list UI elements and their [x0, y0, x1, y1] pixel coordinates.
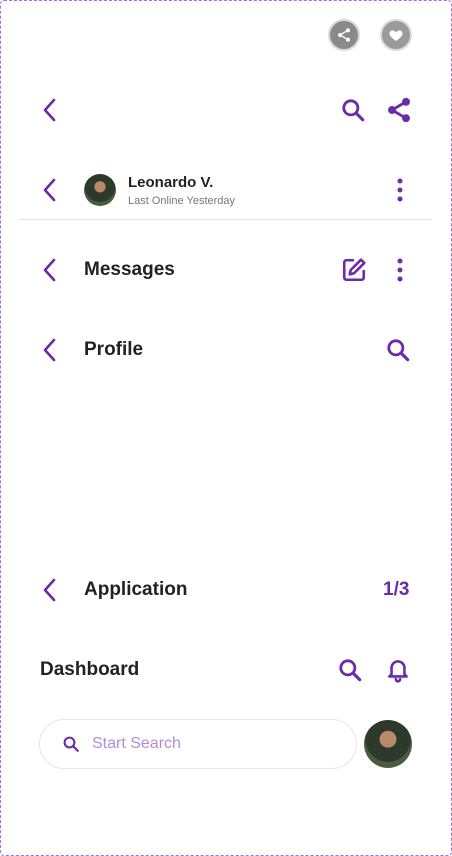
page-title: Messages: [84, 259, 175, 280]
more-options-button[interactable]: [386, 176, 414, 204]
chevron-left-icon: [43, 258, 56, 282]
contact-name: Leonardo V.: [128, 174, 214, 191]
bell-icon: [388, 660, 408, 683]
avatar[interactable]: [84, 174, 116, 206]
search-bar[interactable]: [39, 719, 357, 769]
header-divider: [20, 219, 432, 220]
page-title: Application: [84, 579, 188, 600]
chevron-left-icon: [43, 178, 56, 202]
search-input[interactable]: [92, 735, 332, 753]
back-button[interactable]: [36, 96, 64, 124]
search-icon: [342, 99, 365, 122]
more-vertical-icon: [397, 258, 403, 282]
back-button[interactable]: [36, 576, 64, 604]
share-round-button[interactable]: [328, 19, 360, 51]
edit-icon: [342, 258, 366, 282]
contact-status: Last Online Yesterday: [128, 195, 236, 207]
step-counter: 1/3: [383, 579, 410, 600]
page-title: Profile: [84, 339, 144, 360]
more-vertical-icon: [397, 178, 403, 202]
chevron-left-icon: [43, 98, 56, 122]
search-button[interactable]: [336, 656, 364, 684]
back-button[interactable]: [36, 176, 64, 204]
search-button[interactable]: [384, 336, 412, 364]
search-button[interactable]: [339, 96, 367, 124]
chevron-left-icon: [43, 338, 56, 362]
search-icon: [387, 339, 410, 362]
favorite-round-button[interactable]: [380, 19, 412, 51]
compose-button[interactable]: [340, 256, 368, 284]
back-button[interactable]: [36, 336, 64, 364]
more-options-button[interactable]: [386, 256, 414, 284]
share-button[interactable]: [385, 96, 413, 124]
share-icon: [338, 28, 350, 42]
chevron-left-icon: [43, 578, 56, 602]
search-icon: [339, 659, 362, 682]
page-title: Dashboard: [40, 659, 140, 680]
heart-icon: [389, 30, 403, 41]
search-icon: [63, 736, 79, 752]
notifications-button[interactable]: [384, 656, 412, 684]
avatar[interactable]: [364, 720, 412, 768]
back-button[interactable]: [36, 256, 64, 284]
share-icon: [388, 97, 410, 123]
